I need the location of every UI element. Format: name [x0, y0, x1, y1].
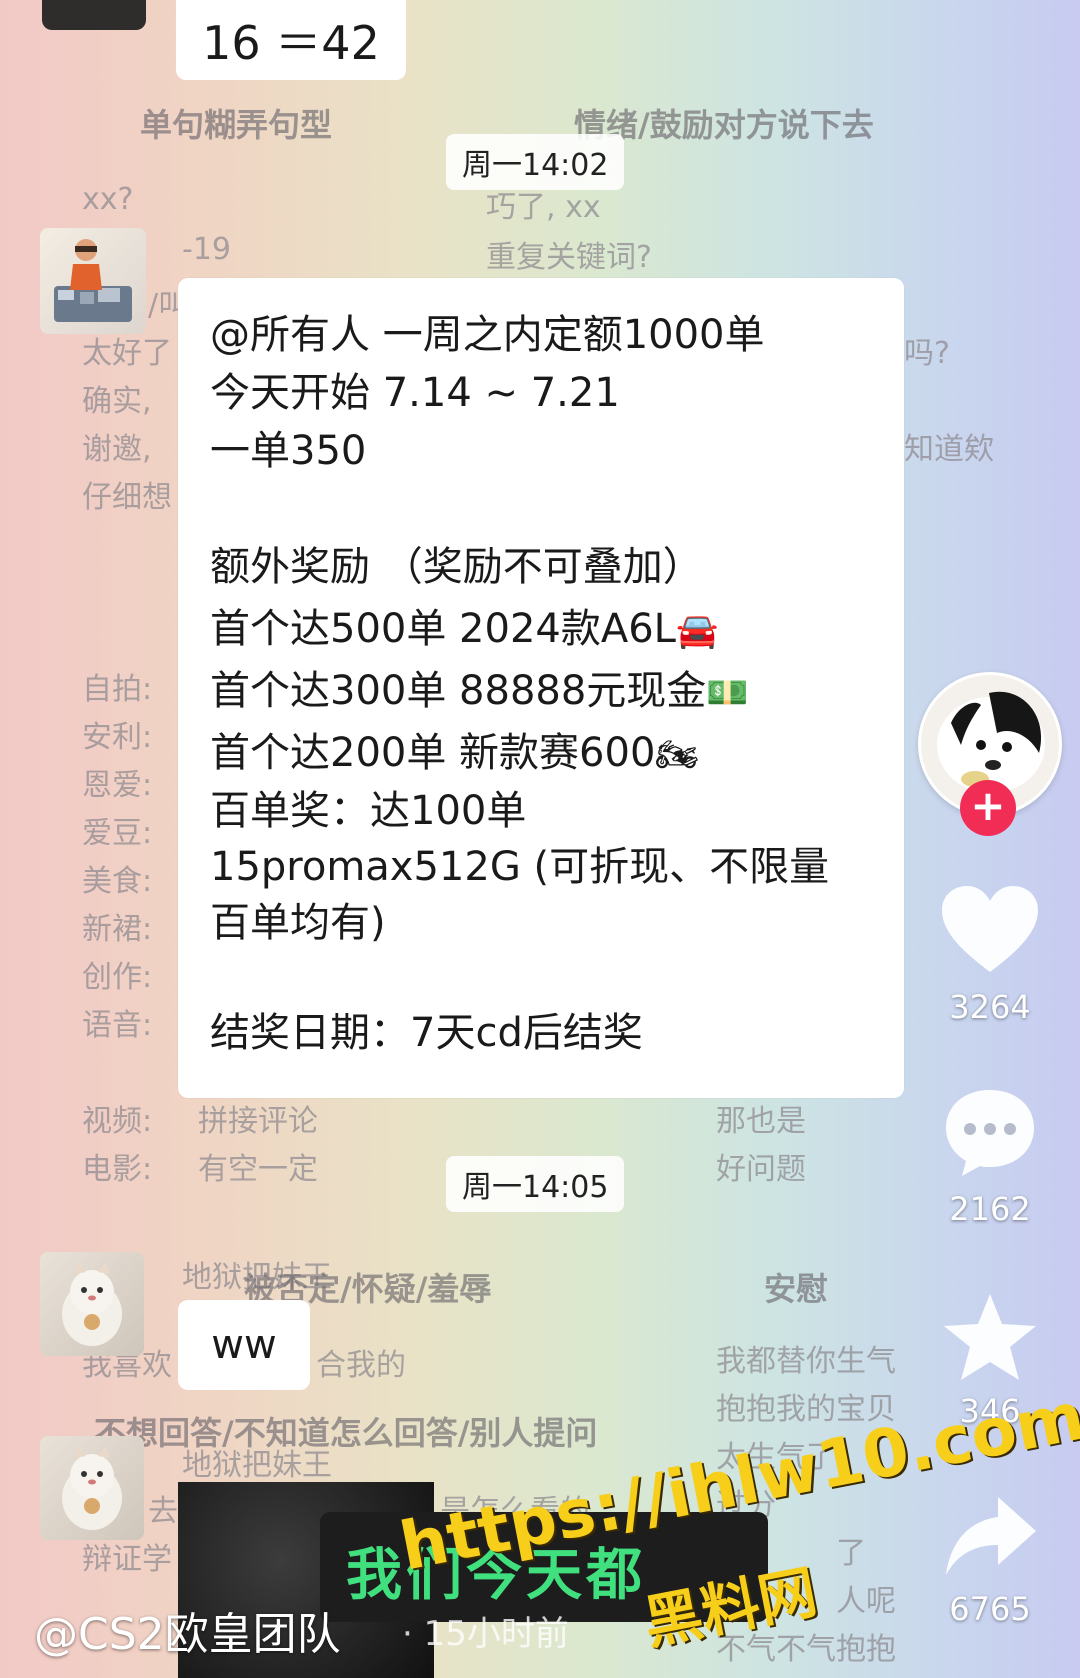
announcement-line: 额外奖励 （奖励不可叠加） — [210, 544, 703, 590]
chat-label: 自拍: — [82, 672, 153, 707]
chat-label: 语音: — [82, 1008, 153, 1043]
car-icon: 🚘 — [675, 611, 719, 651]
chat-label: 恩爱: — [82, 768, 153, 803]
announcement-line: 首个达300单 88888元现金💵 — [210, 658, 749, 716]
heart-icon — [942, 886, 1038, 972]
chat-label: 视频: — [82, 1104, 153, 1139]
column-header: 安慰 — [764, 1270, 829, 1308]
avatar[interactable] — [40, 1436, 144, 1540]
announcement-line: 首个达500单 2024款A6L🚘 — [210, 596, 718, 654]
chat-label: 新裙: — [82, 912, 153, 947]
like-button[interactable] — [935, 880, 1045, 980]
chat-text: 仔细想 — [82, 480, 172, 515]
comment-button[interactable] — [935, 1082, 1045, 1182]
column-header: 单句糊弄句型 — [140, 106, 333, 144]
chat-text: 拼接评论 — [198, 1104, 318, 1139]
author-name[interactable]: @CS2欧皇团队 — [34, 1598, 341, 1662]
share-button[interactable] — [935, 1486, 1045, 1586]
time-chip: 周一14:05 — [446, 1156, 625, 1212]
announcement-card: @所有人 一周之内定额1000单 今天开始 7.14 ~ 7.21 一单350 … — [178, 278, 904, 1098]
chat-text: 辩证学 — [82, 1542, 172, 1577]
chat-text: 去 — [148, 1494, 178, 1529]
post-time: · 15小时前 — [402, 1614, 569, 1654]
chat-label: 爱豆: — [82, 816, 153, 851]
chat-text: 好问题 — [716, 1152, 806, 1187]
comment-icon — [946, 1090, 1034, 1176]
chat-text: 知道欸 — [904, 432, 994, 467]
chat-text: 合我的 — [316, 1348, 406, 1383]
chat-label: 美食: — [82, 864, 153, 899]
announcement-line: 今天开始 7.14 ~ 7.21 — [210, 370, 620, 416]
message-bubble: ww — [178, 1300, 310, 1390]
chat-text: 巧了, xx — [486, 190, 601, 225]
announcement-text: 首个达200单 新款赛600 — [210, 730, 656, 776]
follow-button[interactable]: + — [960, 780, 1016, 836]
announcement-line: 百单奖：达100单 — [210, 788, 527, 834]
chat-label: 创作: — [82, 960, 153, 995]
chat-text: 确实, — [82, 384, 152, 419]
star-icon — [944, 1294, 1036, 1380]
avatar[interactable] — [42, 0, 146, 30]
cash-icon: 💵 — [706, 673, 749, 713]
chat-text: xx? — [82, 182, 134, 217]
announcement-line: @所有人 一周之内定额1000单 — [210, 312, 765, 358]
chat-text: 我都替你生气 — [716, 1344, 896, 1379]
chat-text: 了 — [836, 1536, 866, 1571]
chat-text: 那也是 — [716, 1104, 806, 1139]
favorite-button[interactable] — [935, 1288, 1045, 1388]
like-count: 3264 — [949, 988, 1031, 1026]
announcement-line: 首个达200单 新款赛600🏍 — [210, 720, 699, 778]
chat-text: 太好了 — [82, 336, 172, 371]
chat-text: -19 — [182, 232, 231, 267]
announcement-line: 百单均有) — [210, 900, 386, 946]
column-header: 不想回答/不知道怎么回答/别人提问 — [94, 1414, 598, 1452]
chat-text: 有空一定 — [198, 1152, 318, 1187]
share-arrow-icon — [946, 1497, 1036, 1575]
chat-text: 吗? — [904, 336, 950, 371]
avatar[interactable] — [40, 228, 146, 334]
announcement-line: 15promax512G (可折现、不限量 — [210, 844, 830, 890]
chat-sender: 地狱把妹王 — [182, 1448, 332, 1483]
chat-text: 重复关键词? — [486, 240, 652, 275]
chat-label: 安利: — [82, 720, 153, 755]
message-bubble: 16 ＝42 — [176, 0, 406, 80]
share-count: 6765 — [949, 1590, 1031, 1628]
chat-text: 谢邀, — [82, 432, 152, 467]
announcement-text: 首个达500单 2024款A6L — [210, 606, 676, 652]
chat-label: 电影: — [82, 1152, 153, 1187]
announcement-line: 一单350 — [210, 428, 367, 474]
announcement-text: 首个达300单 88888元现金 — [210, 668, 707, 714]
motorcycle-icon: 🏍 — [655, 735, 699, 775]
avatar[interactable] — [40, 1252, 144, 1356]
comment-count: 2162 — [949, 1190, 1031, 1228]
chat-text: 人呢 — [836, 1584, 896, 1619]
announcement-line: 结奖日期：7天cd后结奖 — [210, 1010, 643, 1056]
